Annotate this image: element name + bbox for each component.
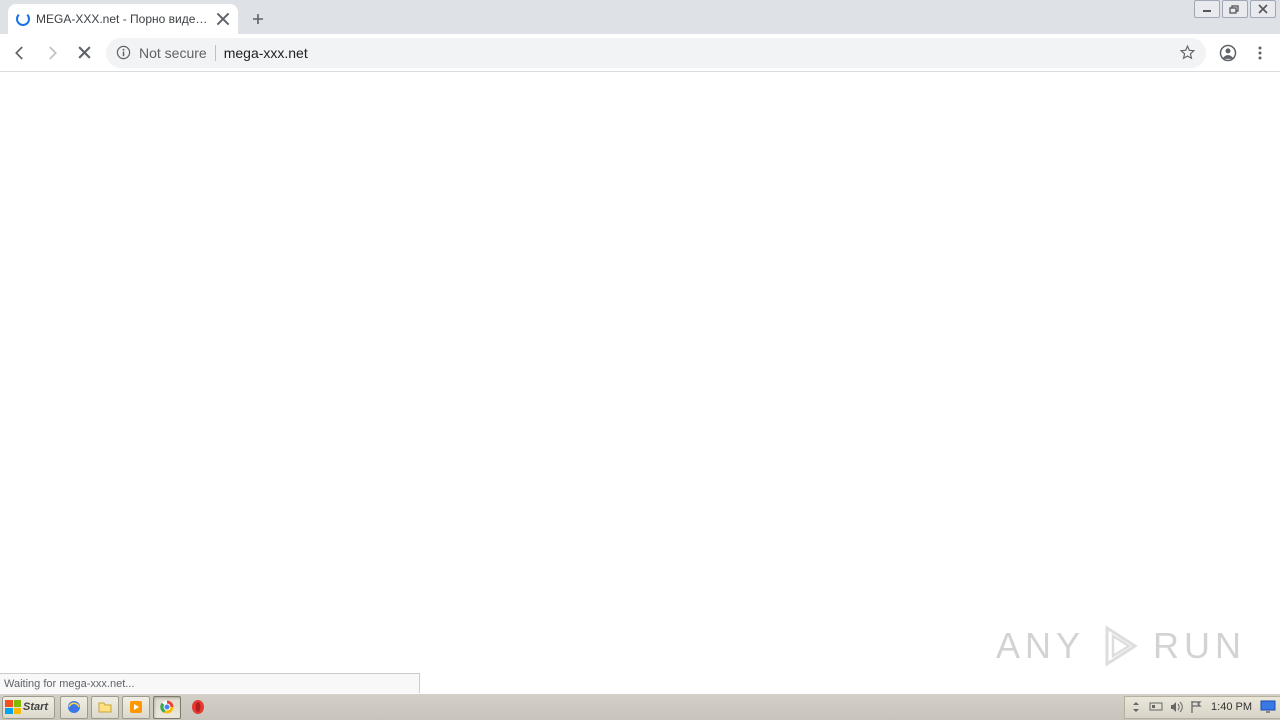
taskbar-item-opera[interactable] xyxy=(184,696,212,719)
tray-device-icon[interactable] xyxy=(1149,700,1163,714)
new-tab-button[interactable] xyxy=(244,5,272,33)
close-window-button[interactable] xyxy=(1250,0,1276,18)
tray-expand-icon[interactable] xyxy=(1129,700,1143,714)
watermark-right: RUN xyxy=(1153,625,1246,667)
page-content xyxy=(0,72,1280,693)
volume-icon[interactable] xyxy=(1169,700,1183,714)
status-text: Waiting for mega-xxx.net... xyxy=(4,678,134,690)
close-tab-button[interactable] xyxy=(216,12,230,26)
system-tray: 1:40 PM xyxy=(1124,696,1280,719)
tab-title: MEGA-XXX.net - Порно видео роли xyxy=(36,12,210,26)
profile-button[interactable] xyxy=(1214,39,1242,67)
site-info-icon[interactable] xyxy=(116,45,131,60)
flag-icon[interactable] xyxy=(1189,700,1203,714)
taskbar: Start 1:40 PM xyxy=(0,693,1280,720)
start-label: Start xyxy=(23,701,48,713)
omnibox-divider xyxy=(215,45,216,61)
watermark-left: ANY xyxy=(996,625,1085,667)
status-bar: Waiting for mega-xxx.net... xyxy=(0,673,420,693)
start-button[interactable]: Start xyxy=(2,696,55,719)
back-button[interactable] xyxy=(6,39,34,67)
watermark: ANY RUN xyxy=(996,622,1246,670)
browser-tab[interactable]: MEGA-XXX.net - Порно видео роли xyxy=(8,4,238,34)
browser-tab-strip: MEGA-XXX.net - Порно видео роли xyxy=(0,0,1280,34)
stop-reload-button[interactable] xyxy=(70,39,98,67)
url-text: mega-xxx.net xyxy=(224,45,1171,61)
loading-spinner-icon xyxy=(16,12,30,26)
windows-logo-icon xyxy=(5,700,21,714)
taskbar-item-media[interactable] xyxy=(122,696,150,719)
taskbar-item-ie[interactable] xyxy=(60,696,88,719)
bookmark-star-icon[interactable] xyxy=(1179,44,1196,61)
security-status: Not secure xyxy=(139,45,207,61)
taskbar-item-explorer[interactable] xyxy=(91,696,119,719)
browser-toolbar: Not secure mega-xxx.net xyxy=(0,34,1280,72)
taskbar-clock[interactable]: 1:40 PM xyxy=(1209,701,1254,713)
minimize-button[interactable] xyxy=(1194,0,1220,18)
window-controls xyxy=(1192,0,1276,18)
tray-monitor-icon[interactable] xyxy=(1260,700,1276,714)
taskbar-item-chrome[interactable] xyxy=(153,696,181,719)
forward-button[interactable] xyxy=(38,39,66,67)
play-icon xyxy=(1095,622,1143,670)
address-bar[interactable]: Not secure mega-xxx.net xyxy=(106,38,1206,68)
maximize-button[interactable] xyxy=(1222,0,1248,18)
menu-button[interactable] xyxy=(1246,39,1274,67)
